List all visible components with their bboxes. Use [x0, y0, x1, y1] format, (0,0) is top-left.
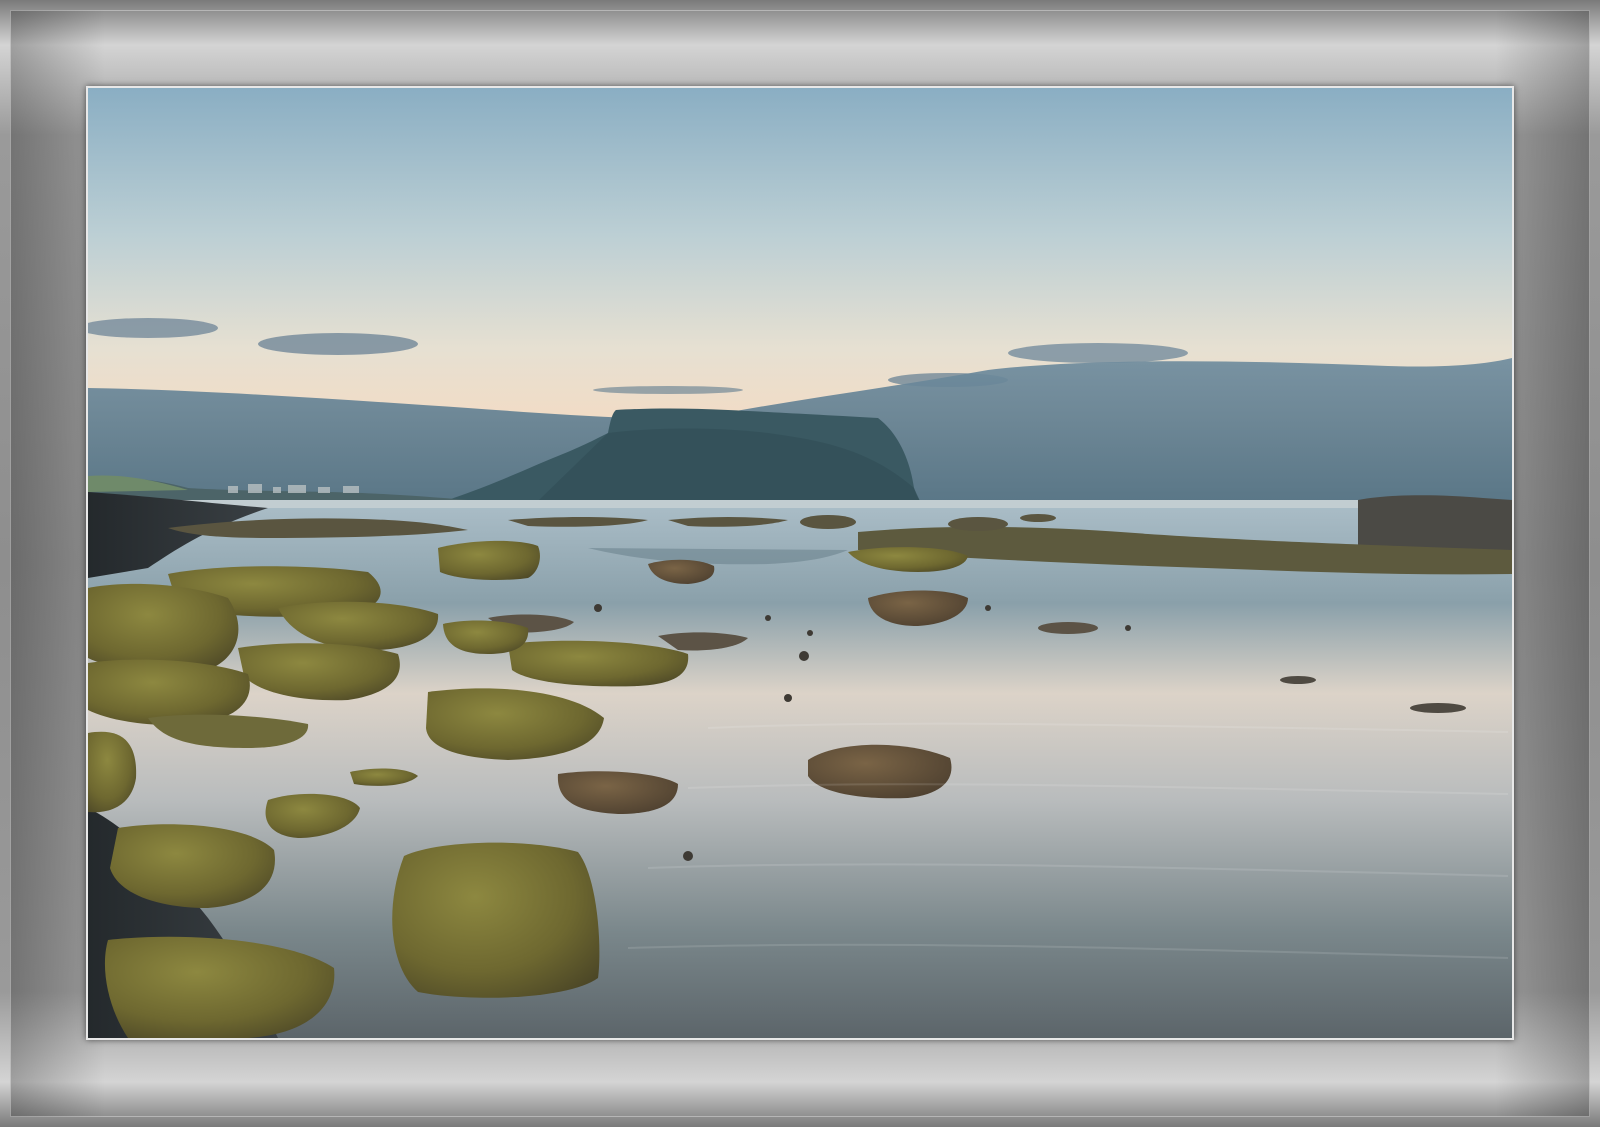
picture-frame: [0, 0, 1600, 1127]
landscape-photo: [88, 88, 1512, 1038]
photo-mat: [86, 86, 1514, 1040]
